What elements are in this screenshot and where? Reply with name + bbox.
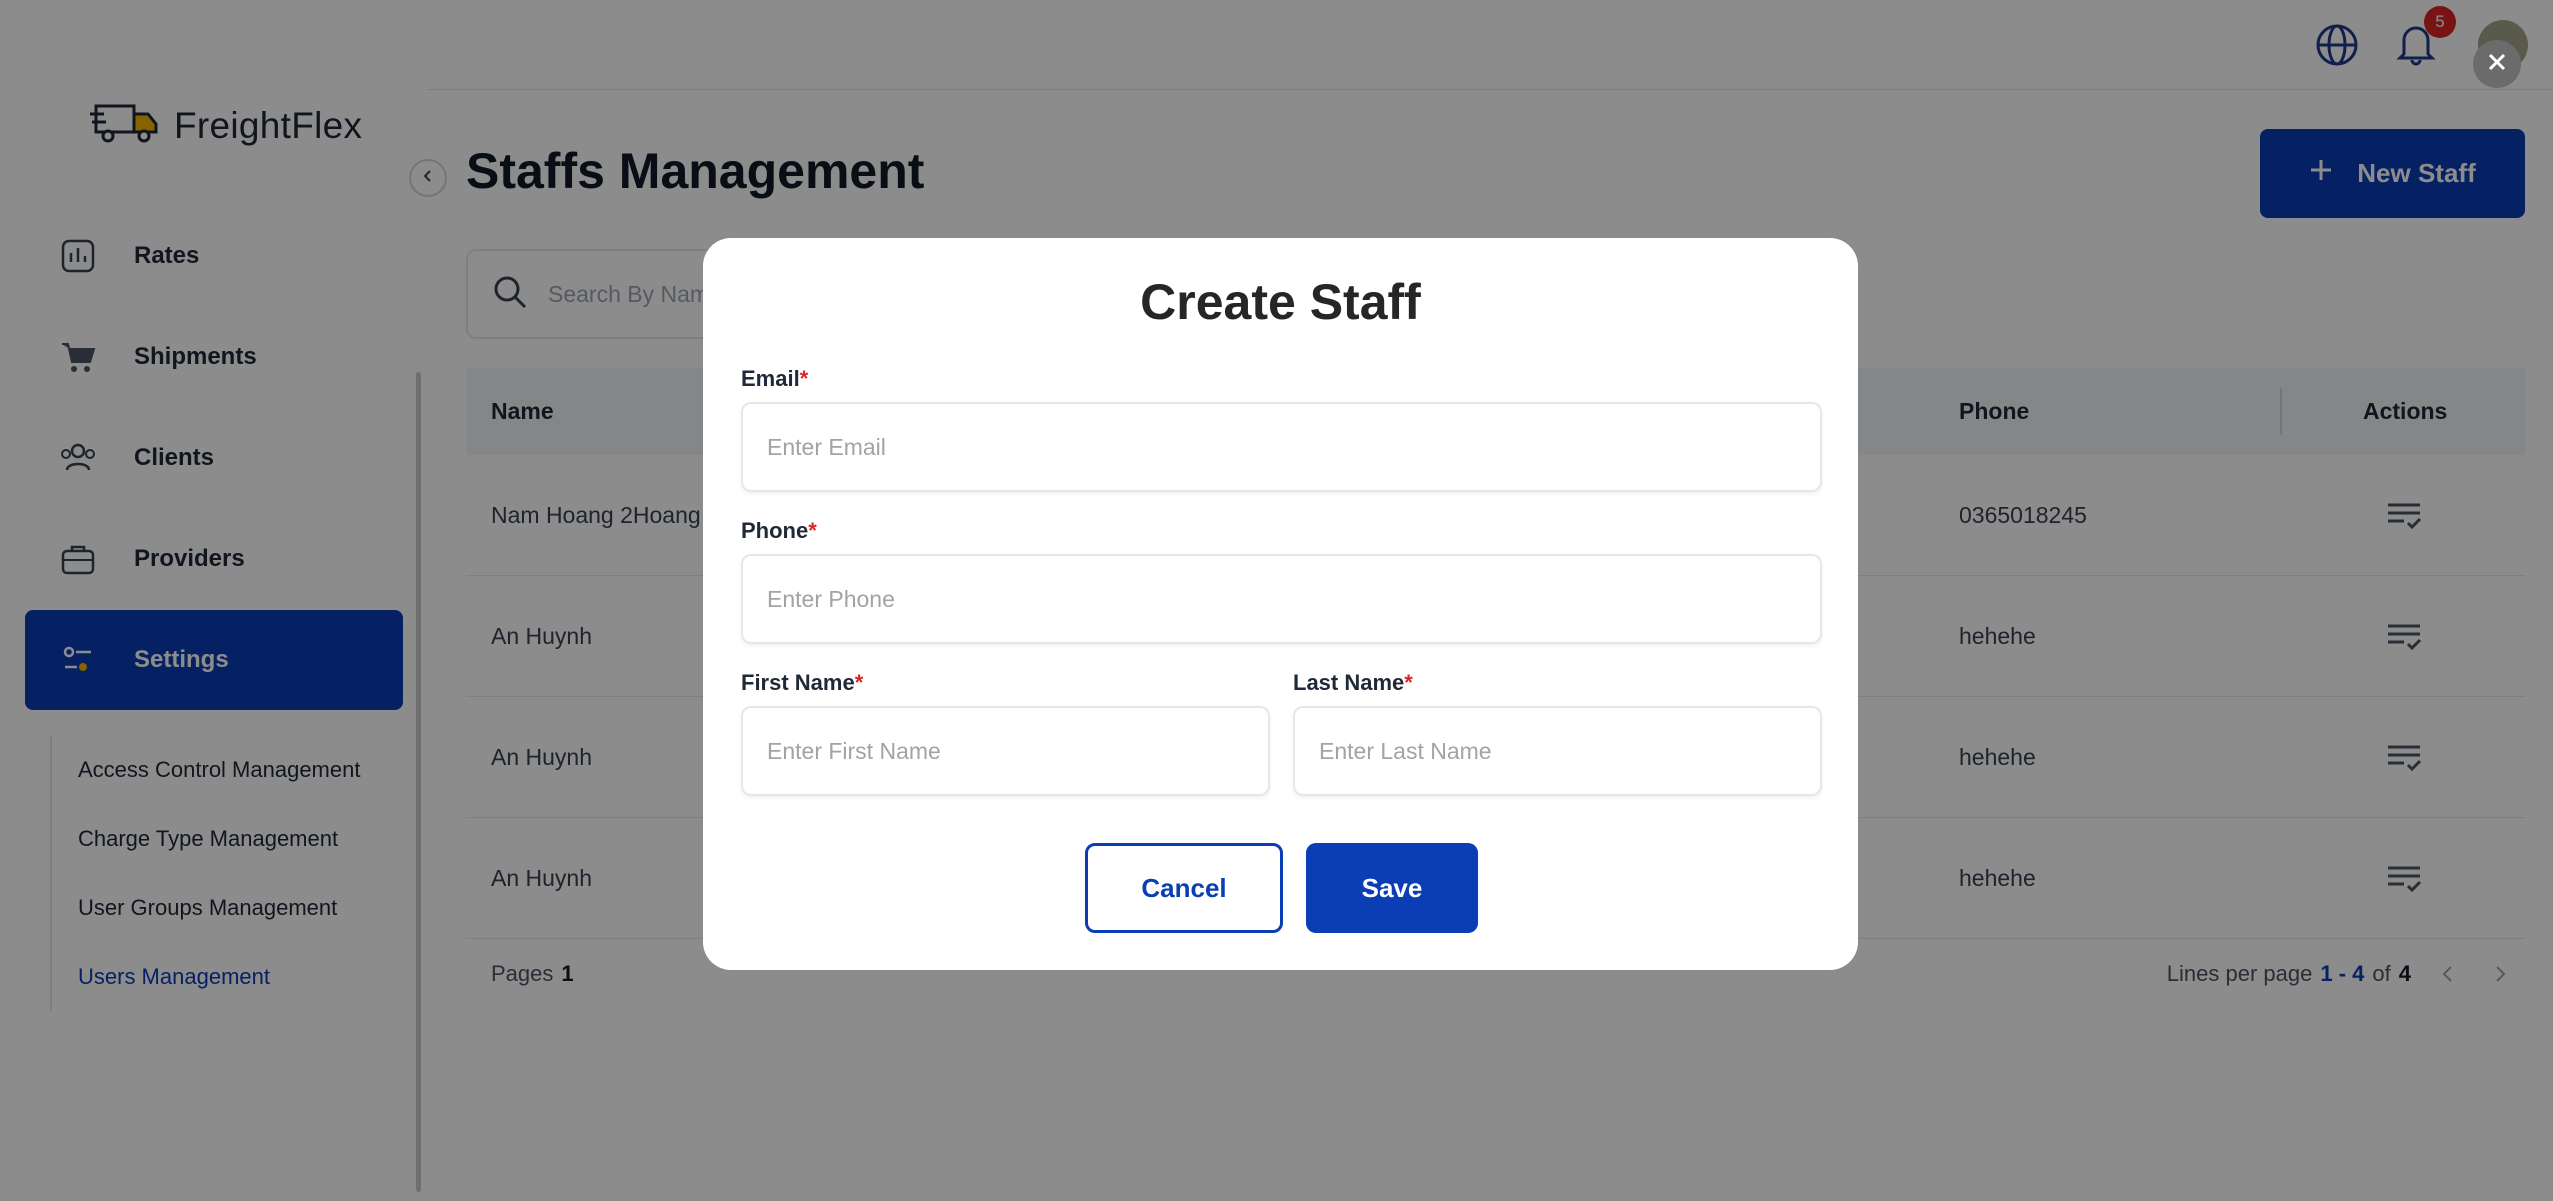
first-name-label-text: First Name [741, 670, 855, 695]
phone-label: Phone* [741, 518, 817, 544]
required-mark: * [854, 670, 864, 695]
required-mark: * [1404, 670, 1413, 695]
email-label: Email* [741, 366, 808, 392]
email-input[interactable] [767, 433, 1820, 461]
first-name-label: First Name* [741, 670, 863, 696]
phone-input[interactable] [767, 585, 1820, 613]
phone-label-text: Phone [741, 518, 809, 543]
first-name-field[interactable] [741, 706, 1270, 796]
phone-field[interactable] [741, 554, 1822, 644]
create-staff-modal: Create Staff Email* Phone* First Name* L… [703, 238, 1858, 970]
last-name-input[interactable] [1319, 737, 1820, 765]
last-name-field[interactable] [1293, 706, 1822, 796]
email-label-text: Email [741, 366, 800, 391]
email-field[interactable] [741, 402, 1822, 492]
close-modal-button[interactable] [2473, 40, 2521, 88]
save-button[interactable]: Save [1306, 843, 1478, 933]
modal-title: Create Staff [1140, 274, 1421, 330]
required-mark: * [799, 366, 809, 391]
last-name-label-text: Last Name [1293, 670, 1405, 695]
last-name-label: Last Name* [1293, 670, 1413, 696]
required-mark: * [808, 518, 817, 543]
first-name-input[interactable] [767, 737, 1268, 765]
close-icon [2487, 52, 2507, 77]
cancel-button[interactable]: Cancel [1085, 843, 1283, 933]
